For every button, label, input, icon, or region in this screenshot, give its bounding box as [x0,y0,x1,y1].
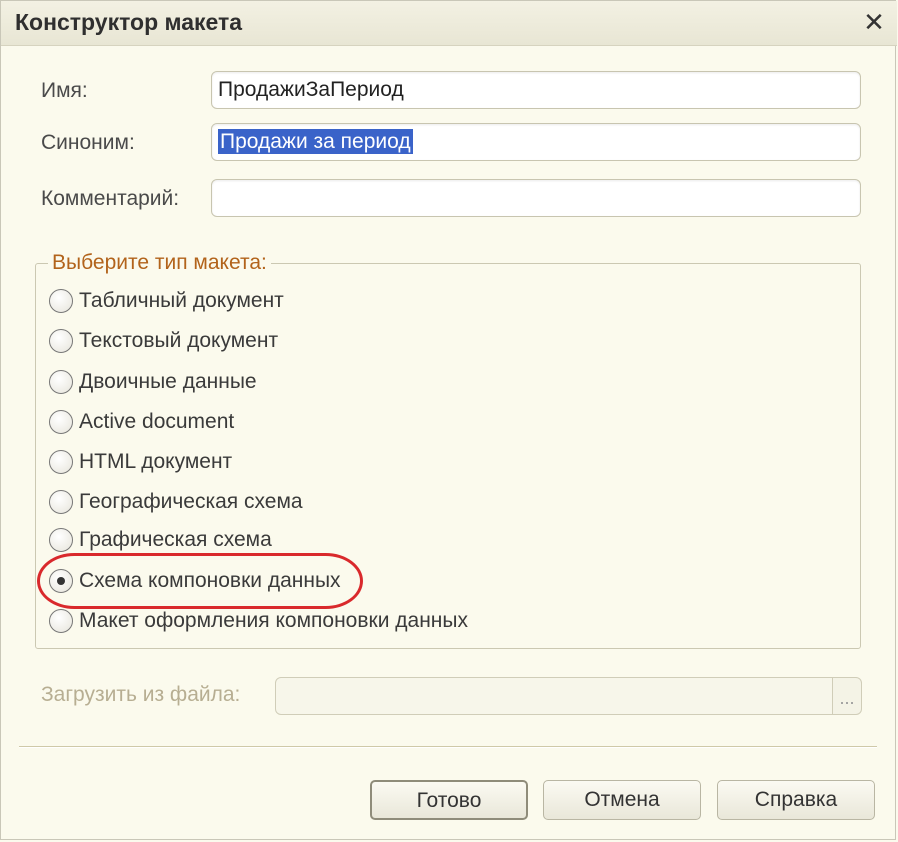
radio-label: HTML документ [79,450,233,473]
comment-field[interactable] [211,179,861,217]
radio-option-graphic-schema[interactable]: Графическая схема [49,523,272,557]
name-field[interactable]: ПродажиЗаПериод [211,71,861,109]
name-label: Имя: [41,79,88,102]
radio-label: Графическая схема [79,528,272,551]
name-value: ПродажиЗаПериод [218,78,404,101]
browse-button: ... [832,677,862,715]
close-icon[interactable]: ✕ [859,7,889,37]
divider [19,746,877,748]
radio-label: Схема компоновки данных [79,569,341,592]
radio-option-geo-schema[interactable]: Географическая схема [49,485,303,519]
synonym-field[interactable]: Продажи за период [211,123,861,161]
radio-label: Географическая схема [79,490,303,513]
radio-label: Двоичные данные [79,370,257,393]
radio-button[interactable] [49,329,73,353]
radio-option-spreadsheet[interactable]: Табличный документ [49,284,284,318]
comment-label: Комментарий: [41,187,180,210]
file-path-field [275,677,833,715]
radio-option-html[interactable]: HTML документ [49,445,232,479]
radio-option-dcs-appearance[interactable]: Макет оформления компоновки данных [49,604,468,638]
title-bar: Конструктор макета ✕ [1,1,897,46]
radio-option-active-document[interactable]: Active document [49,405,234,439]
cancel-button[interactable]: Отмена [543,780,701,820]
radio-button[interactable] [49,370,73,394]
radio-label: Макет оформления компоновки данных [79,609,468,632]
radio-option-dcs[interactable]: Схема компоновки данных [49,564,341,598]
radio-button[interactable] [49,410,73,434]
synonym-value: Продажи за период [218,129,413,154]
dialog-window: Конструктор макета ✕ Имя: ПродажиЗаПерио… [0,0,897,840]
help-button[interactable]: Справка [717,780,875,820]
radio-button-selected[interactable] [49,569,73,593]
radio-button[interactable] [49,450,73,474]
layout-type-legend: Выберите тип макета: [52,251,267,274]
radio-option-text[interactable]: Текстовый документ [49,324,278,358]
radio-button[interactable] [49,609,73,633]
radio-label: Табличный документ [79,289,284,312]
synonym-label: Синоним: [41,131,135,154]
radio-button[interactable] [49,289,73,313]
dialog-title: Конструктор макета [15,9,243,35]
radio-button[interactable] [49,490,73,514]
radio-option-binary[interactable]: Двоичные данные [49,365,257,399]
load-from-file-label: Загрузить из файла: [41,683,241,706]
radio-label: Текстовый документ [79,329,279,352]
radio-button[interactable] [49,528,73,552]
radio-label: Active document [79,410,235,433]
ok-button[interactable]: Готово [370,780,528,820]
